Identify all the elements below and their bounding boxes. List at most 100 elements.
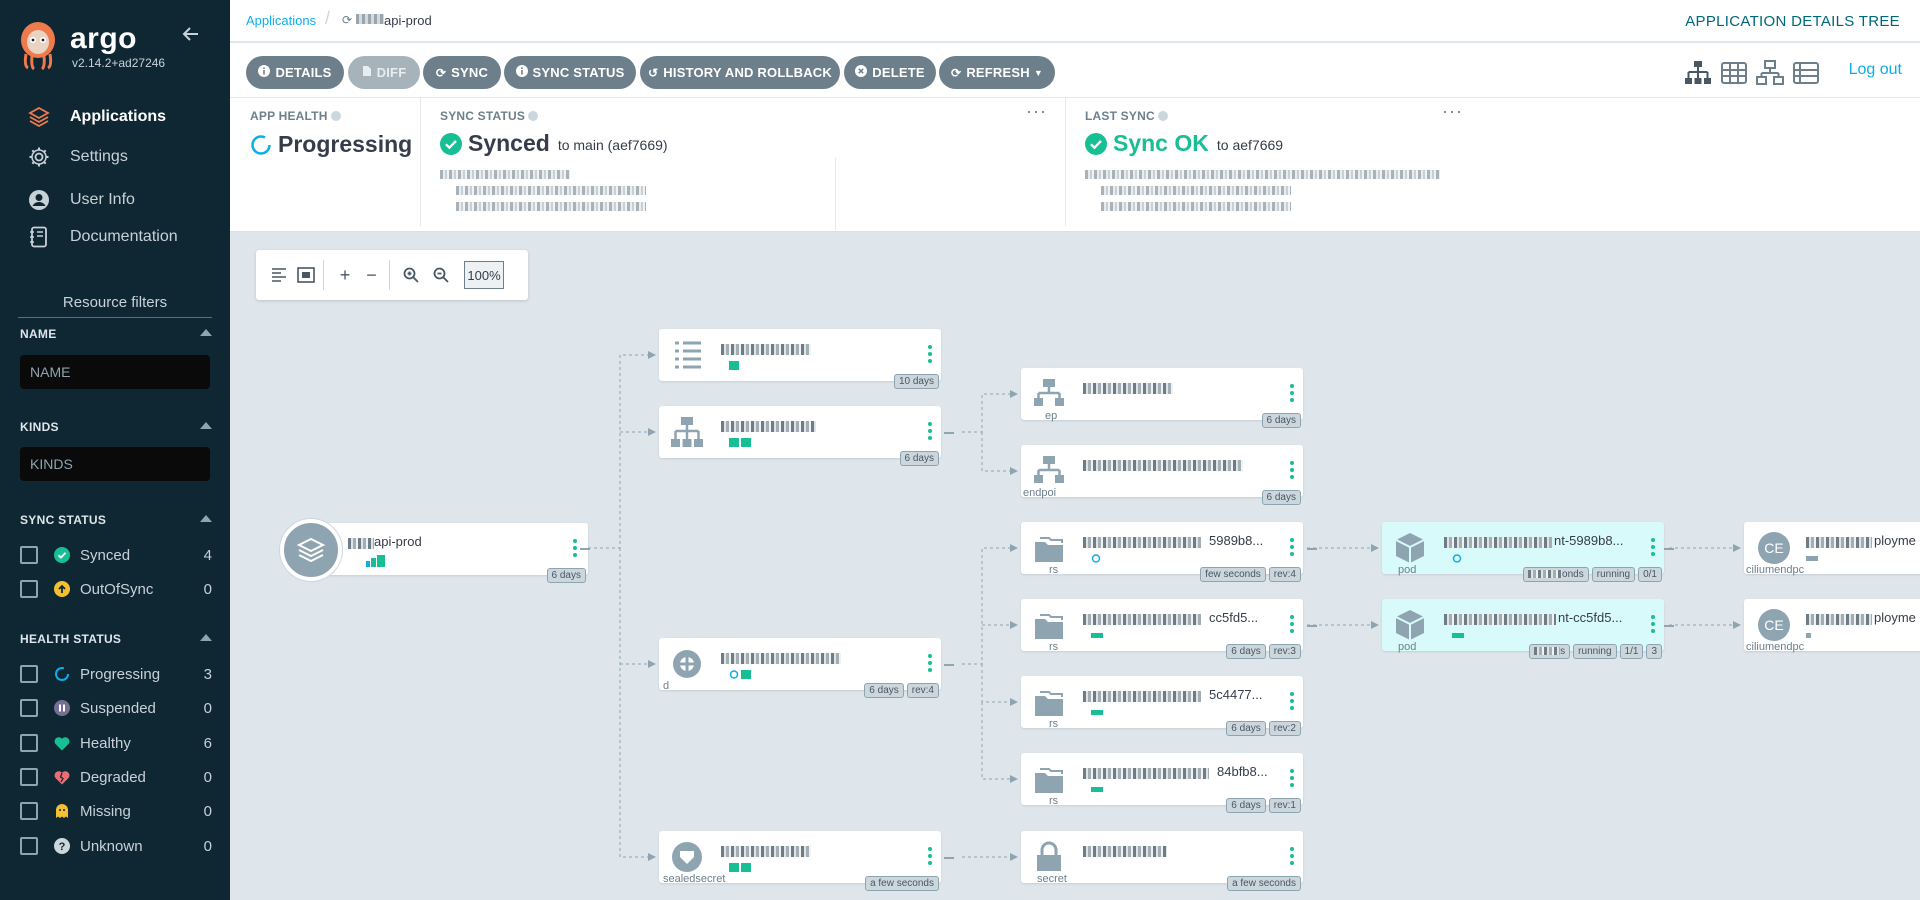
- nav-user-info[interactable]: User Info: [0, 182, 230, 218]
- collapse-toggle[interactable]: [1664, 548, 1674, 550]
- sync-status-panel[interactable]: SYNC STATUS ··· Synced to main (aef7669): [420, 98, 1065, 228]
- collapse-minus-icon[interactable]: −: [360, 260, 390, 290]
- node-ciliumendpoint-1[interactable]: CE ciliumendpc ployme: [1744, 522, 1920, 576]
- redacted-name: [1806, 537, 1872, 548]
- checkbox[interactable]: [20, 837, 38, 855]
- collapse-toggle[interactable]: [944, 857, 954, 859]
- node-menu-icon[interactable]: [927, 422, 933, 442]
- node-service[interactable]: 6 days: [659, 406, 941, 466]
- breadcrumb-applications[interactable]: Applications: [246, 13, 316, 28]
- filter-progressing[interactable]: Progressing 3: [20, 662, 212, 686]
- node-endpointslice[interactable]: endpoi 6 days: [1021, 445, 1303, 505]
- expand-plus-icon[interactable]: +: [330, 260, 360, 290]
- more-options-icon[interactable]: ···: [1442, 101, 1463, 122]
- nav-documentation[interactable]: Documentation: [0, 219, 230, 255]
- node-deployment[interactable]: d 6 days rev:4: [659, 638, 941, 698]
- zoom-in-icon[interactable]: [396, 260, 426, 290]
- tree-view-icon[interactable]: [1684, 60, 1712, 86]
- refresh-button[interactable]: ⟳ REFRESH ▼: [939, 56, 1055, 89]
- node-menu-icon[interactable]: [1289, 538, 1295, 558]
- node-menu-icon[interactable]: [927, 847, 933, 867]
- collapse-toggle[interactable]: [1307, 625, 1317, 627]
- zoom-out-icon[interactable]: [426, 260, 456, 290]
- checkbox[interactable]: [20, 734, 38, 752]
- logout-link[interactable]: Log out: [1849, 61, 1902, 79]
- node-secret[interactable]: secret a few seconds: [1021, 831, 1303, 891]
- filter-healthy[interactable]: Healthy 6: [20, 731, 212, 755]
- app-health-panel[interactable]: APP HEALTH Progressing: [230, 98, 420, 228]
- node-menu-icon[interactable]: [927, 345, 933, 365]
- zoom-level[interactable]: 100%: [464, 261, 504, 289]
- node-menu-icon[interactable]: [1289, 461, 1295, 481]
- history-rollback-button[interactable]: ↺ HISTORY AND ROLLBACK: [640, 56, 840, 89]
- age-tag: s: [1529, 644, 1571, 659]
- more-options-icon[interactable]: ···: [1026, 101, 1047, 122]
- node-replicaset-3[interactable]: rs 5c4477... 6 days rev:2: [1021, 676, 1303, 736]
- sync-button[interactable]: ⟳ SYNC: [423, 56, 501, 89]
- node-endpoints[interactable]: ep 6 days: [1021, 368, 1303, 428]
- filter-missing[interactable]: Missing 0: [20, 799, 212, 823]
- node-configmap[interactable]: 10 days: [659, 329, 941, 389]
- node-replicaset-1[interactable]: rs 5989b8... few seconds rev:4: [1021, 522, 1303, 582]
- checkbox[interactable]: [20, 802, 38, 820]
- sync-status-button[interactable]: SYNC STATUS: [504, 56, 636, 89]
- filter-unknown[interactable]: ? Unknown 0: [20, 834, 212, 858]
- node-sealedsecret[interactable]: sealedsecret a few seconds: [659, 831, 941, 891]
- kinds-filter-input[interactable]: [20, 447, 210, 481]
- node-kind: ep: [1045, 410, 1058, 422]
- filter-synced[interactable]: Synced 4: [20, 543, 212, 567]
- node-menu-icon[interactable]: [1289, 769, 1295, 789]
- collapse-toggle[interactable]: [1664, 625, 1674, 627]
- resource-tree-graph[interactable]: + − 100% api-prod 6 days 10 days 6 days: [230, 233, 1920, 900]
- pods-grid-view-icon[interactable]: [1720, 60, 1748, 86]
- align-left-icon[interactable]: [264, 260, 294, 290]
- network-view-icon[interactable]: [1756, 60, 1784, 86]
- delete-button[interactable]: DELETE: [844, 56, 936, 89]
- nav-applications[interactable]: Applications: [0, 99, 230, 135]
- checkbox[interactable]: [20, 768, 38, 786]
- filter-suspended[interactable]: Suspended 0: [20, 696, 212, 720]
- kinds-filter-heading[interactable]: KINDS: [20, 420, 212, 434]
- details-button[interactable]: DETAILS: [246, 56, 344, 89]
- diff-button[interactable]: DIFF: [348, 56, 420, 89]
- node-menu-icon[interactable]: [927, 654, 933, 674]
- health-status-filter-heading[interactable]: HEALTH STATUS: [20, 632, 212, 646]
- collapse-toggle[interactable]: [1307, 548, 1317, 550]
- checkbox[interactable]: [20, 699, 38, 717]
- collapse-toggle[interactable]: [944, 432, 954, 434]
- sync-status-filter-heading[interactable]: SYNC STATUS: [20, 513, 212, 527]
- node-ciliumendpoint-2[interactable]: CE ciliumendpc ployme: [1744, 599, 1920, 653]
- ready-tag: 0/1: [1638, 567, 1662, 582]
- nav-settings[interactable]: Settings: [0, 139, 230, 175]
- node-tags: a few seconds: [865, 876, 939, 891]
- state-tag: running: [1591, 567, 1636, 582]
- age-tag: 6 days: [1261, 413, 1301, 428]
- node-replicaset-2[interactable]: rs cc5fd5... 6 days rev:3: [1021, 599, 1303, 659]
- name-filter-input[interactable]: [20, 355, 210, 389]
- checkbox[interactable]: [20, 546, 38, 564]
- node-menu-icon[interactable]: [1650, 538, 1656, 558]
- file-icon: [362, 65, 372, 80]
- list-view-icon[interactable]: [1792, 60, 1820, 86]
- node-menu-icon[interactable]: [1289, 692, 1295, 712]
- filter-degraded[interactable]: Degraded 0: [20, 765, 212, 789]
- arrow-left-icon: [182, 27, 198, 41]
- collapse-toggle[interactable]: [580, 548, 590, 550]
- node-menu-icon[interactable]: [1289, 615, 1295, 635]
- node-menu-icon[interactable]: [1289, 847, 1295, 867]
- node-pod-1[interactable]: pod nt-5989b8... onds running 0/1: [1382, 522, 1664, 582]
- node-menu-icon[interactable]: [572, 539, 578, 559]
- collapse-sidebar-button[interactable]: [180, 25, 202, 47]
- collapse-toggle[interactable]: [944, 664, 954, 666]
- node-menu-icon[interactable]: [1289, 384, 1295, 404]
- last-sync-panel[interactable]: LAST SYNC ··· Sync OK to aef7669: [1065, 98, 1485, 228]
- node-menu-icon[interactable]: [1650, 615, 1656, 635]
- node-replicaset-4[interactable]: rs 84bfb8... 6 days rev:1: [1021, 753, 1303, 813]
- checkbox[interactable]: [20, 580, 38, 598]
- filter-outofsync[interactable]: OutOfSync 0: [20, 577, 212, 601]
- name-filter-heading[interactable]: NAME: [20, 327, 212, 341]
- node-pod-2[interactable]: pod nt-cc5fd5... s running 1/1 3: [1382, 599, 1664, 659]
- status-icons: [1452, 554, 1462, 563]
- fit-screen-icon[interactable]: [294, 260, 324, 290]
- checkbox[interactable]: [20, 665, 38, 683]
